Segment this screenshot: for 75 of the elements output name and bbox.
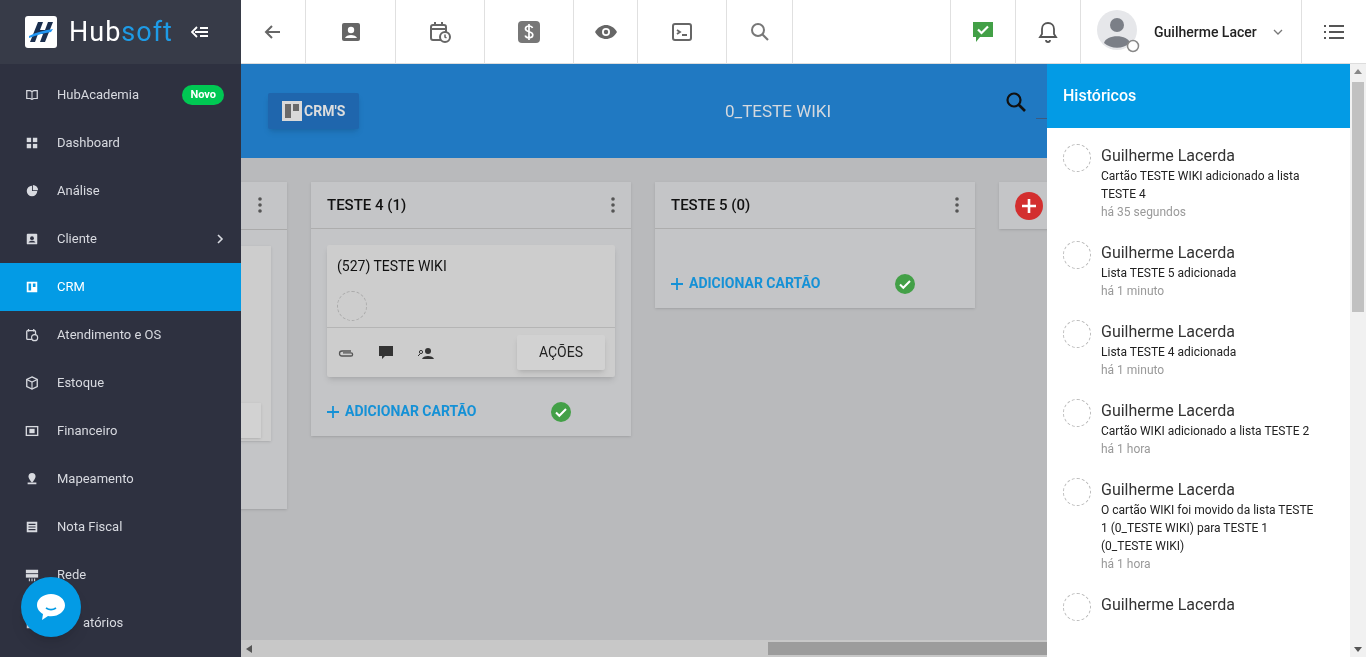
- scroll-down-icon[interactable]: [1354, 647, 1362, 652]
- entry-time: há 1 hora: [1101, 441, 1152, 458]
- check-circle-icon[interactable]: [551, 401, 571, 422]
- dollar-icon[interactable]: [517, 20, 541, 44]
- entry-author: Guilherme Lacerda: [1101, 595, 1235, 615]
- entry-author: Guilherme Lacerda: [1101, 146, 1236, 166]
- entry-description: Lista TESTE 4 adicionada: [1101, 344, 1237, 361]
- scroll-up-icon[interactable]: [1354, 69, 1362, 74]
- list-title: TESTE 4 (1): [327, 194, 407, 216]
- chevron-down-icon[interactable]: [1272, 29, 1283, 35]
- entry-time: há 1 minuto: [1101, 362, 1166, 379]
- entry-author: Guilherme Lacerda: [1101, 243, 1236, 263]
- sidebar-item[interactable]: Nota Fiscal: [0, 503, 241, 551]
- sidebar-item[interactable]: Mapeamento: [0, 455, 241, 503]
- entry-description: Cartão TESTE WIKI adicionado a lista TESTE 4: [1101, 168, 1301, 203]
- chat-check-icon[interactable]: [971, 20, 995, 44]
- more-options-icon[interactable]: [611, 197, 615, 213]
- panel-title: Históricos: [1047, 64, 1350, 128]
- sidebar-item[interactable]: Estoque: [0, 359, 241, 407]
- sidebar-item[interactable]: Dashboard: [0, 119, 241, 167]
- user-avatar[interactable]: [1097, 10, 1141, 54]
- terminal-icon[interactable]: [670, 20, 694, 44]
- horizontal-scrollbar[interactable]: [241, 640, 1047, 657]
- logo-icon: [25, 16, 57, 48]
- board-icon: [282, 101, 302, 121]
- speech-bubble-icon: [35, 592, 67, 622]
- check-circle-icon[interactable]: [895, 273, 915, 294]
- user-name[interactable]: Guilherme Lacer: [1154, 21, 1257, 43]
- crms-button[interactable]: CRM'S: [268, 93, 360, 129]
- board-title: 0_TESTE WIKI: [725, 100, 832, 123]
- list-title: TESTE 5 (0): [671, 194, 751, 216]
- entry-description: O cartão WIKI foi movido da lista TESTE 1 (0_TESTE WIKI) para TESTE 1 (0_TESTE WIKI): [1101, 502, 1314, 555]
- entry-time: há 35 segundos: [1101, 204, 1187, 221]
- new-badge: Novo: [182, 84, 224, 106]
- book-icon: [25, 88, 39, 102]
- calendar-clock-icon[interactable]: [428, 20, 452, 44]
- comment-icon[interactable]: [377, 343, 395, 362]
- entry-description: Cartão WIKI adicionado a lista TESTE 2: [1101, 423, 1310, 440]
- collapse-menu-icon[interactable]: [190, 25, 209, 39]
- entry-time: há 1 minuto: [1101, 283, 1166, 300]
- entry-description: Lista TESTE 5 adicionada: [1101, 265, 1237, 282]
- crm-card[interactable]: (527) TESTE WIKI AÇÕES: [327, 245, 615, 377]
- more-options-icon[interactable]: [955, 197, 959, 213]
- sidebar-item[interactable]: Rede: [0, 551, 241, 599]
- sidebar-item[interactable]: Atendimento e OS: [0, 311, 241, 359]
- calendar-icon: [25, 328, 39, 342]
- sidebar-item[interactable]: Cliente: [0, 215, 241, 263]
- more-options-icon[interactable]: [258, 197, 262, 213]
- grid-icon: [25, 136, 39, 150]
- search-icon[interactable]: [1005, 91, 1027, 113]
- plus-icon: [671, 277, 683, 290]
- sidebar-item[interactable]: HubAcademia Novo: [0, 71, 241, 119]
- list-menu-icon[interactable]: [1324, 24, 1344, 40]
- entry-author: Guilherme Lacerda: [1101, 480, 1236, 500]
- plus-icon: [327, 405, 339, 418]
- server-icon: [25, 568, 39, 582]
- money-icon: [25, 424, 39, 438]
- cube-icon: [25, 376, 39, 390]
- entry-author: Guilherme Lacerda: [1101, 322, 1236, 342]
- pin-icon: [25, 472, 39, 486]
- contact-icon: [25, 232, 39, 246]
- entry-time: há 1 hora: [1101, 556, 1152, 573]
- logo-wordmark: Hubsoft: [69, 18, 173, 46]
- sidebar-item[interactable]: Análise: [0, 167, 241, 215]
- vertical-scrollbar[interactable]: [1350, 64, 1366, 657]
- bell-icon[interactable]: [1036, 20, 1060, 44]
- card-title: (527) TESTE WIKI: [337, 257, 448, 276]
- doc-icon: [25, 520, 39, 534]
- actions-button[interactable]: AÇÕES: [517, 335, 605, 370]
- add-list-button[interactable]: [1015, 191, 1043, 220]
- board-icon: [25, 280, 39, 294]
- scroll-left-icon[interactable]: [246, 645, 252, 653]
- pie-icon: [25, 184, 39, 198]
- entry-author: Guilherme Lacerda: [1101, 401, 1236, 421]
- sidebar-item[interactable]: Financeiro: [0, 407, 241, 455]
